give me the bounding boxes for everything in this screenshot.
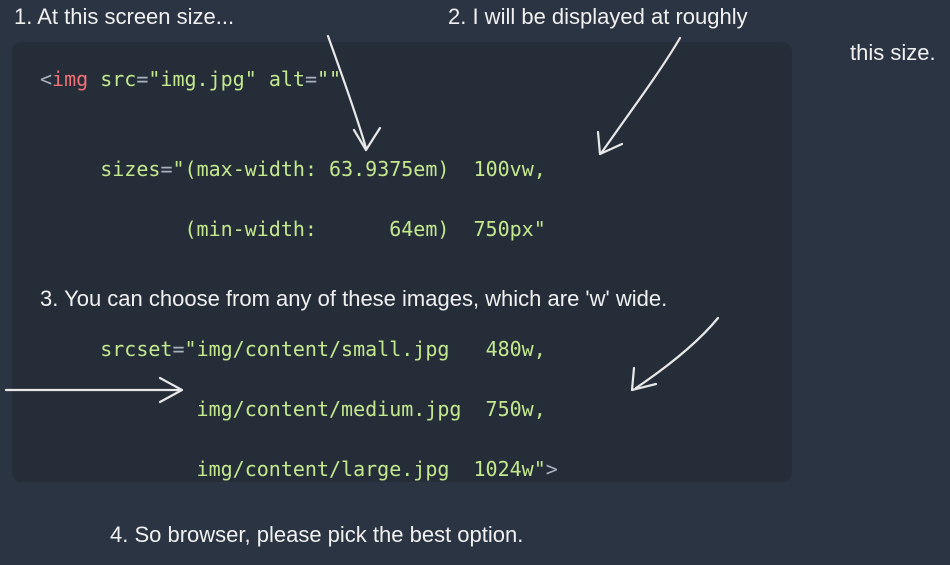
quote-close-2: " <box>534 457 546 481</box>
srcset-width-2: 750w <box>486 397 534 421</box>
srcset-path-3: img/content/large.jpg <box>197 457 450 481</box>
annotation-3: 3. You can choose from any of these imag… <box>40 286 667 312</box>
quote-close: " <box>534 217 546 241</box>
quote-open-2: " <box>185 337 197 361</box>
annotation-1: 1. At this screen size... <box>14 4 234 30</box>
srcset-width-3: 1024w <box>474 457 534 481</box>
annotation-2-line1: 2. I will be displayed at roughly <box>448 4 748 30</box>
sizes-query-1: (max-width: 63.9375em) <box>185 157 450 181</box>
arrow-icon-1 <box>300 30 400 160</box>
attr-sizes: sizes <box>100 157 160 181</box>
quote-open: " <box>172 157 184 181</box>
annotation-4: 4. So browser, please pick the best opti… <box>110 522 523 548</box>
attr-src: src <box>100 67 136 91</box>
arrow-icon-2 <box>560 32 700 162</box>
srcset-width-1: 480w <box>486 337 534 361</box>
arrow-icon-3 <box>0 370 200 410</box>
attr-srcset: srcset <box>100 337 172 361</box>
val-src: "img.jpg" <box>148 67 256 91</box>
angle-bracket-close: > <box>546 457 558 481</box>
annotation-2-line2: this size. <box>850 40 936 66</box>
angle-bracket-open: < <box>40 67 52 91</box>
arrow-icon-4 <box>600 310 730 400</box>
sizes-query-2: (min-width: 64em) <box>185 217 450 241</box>
sizes-value-1: 100vw <box>474 157 534 181</box>
tag-img: img <box>52 67 88 91</box>
srcset-path-2: img/content/medium.jpg <box>197 397 462 421</box>
sizes-value-2: 750px <box>474 217 534 241</box>
srcset-path-1: img/content/small.jpg <box>197 337 450 361</box>
